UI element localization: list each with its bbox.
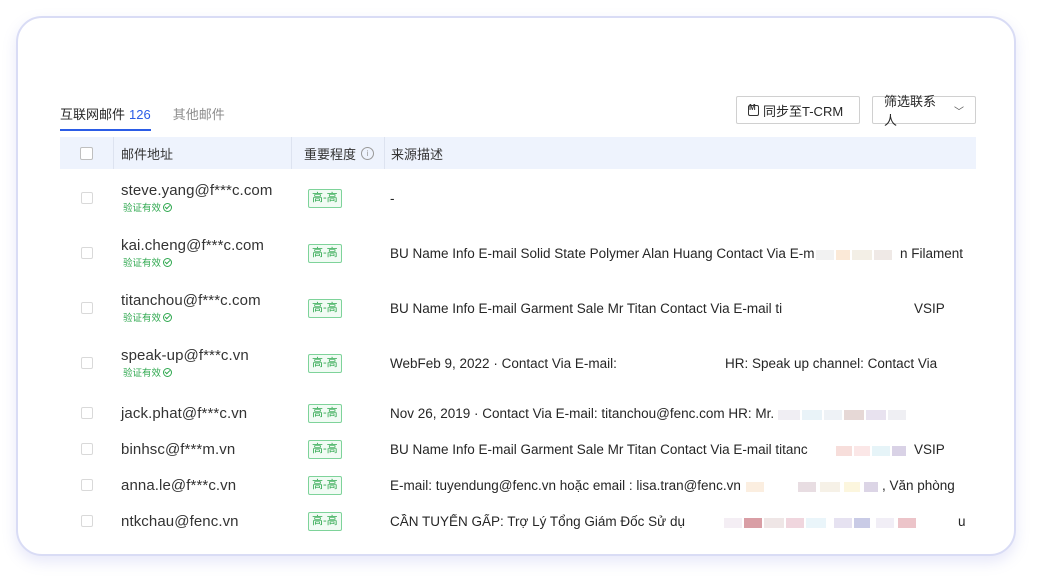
header-importance: 重要程度 i [291, 137, 384, 169]
table-row[interactable]: anna.le@f***c.vn 高-高 E-mail: tuyendung@f… [60, 467, 976, 503]
email-address: ntkchau@fenc.vn [121, 512, 239, 530]
table-row[interactable]: titanchou@f***c.com 验证有效 高-高 BU Name Inf… [60, 285, 976, 331]
email-address: jack.phat@f***c.vn [121, 404, 248, 422]
importance-badge: 高-高 [308, 404, 342, 423]
check-circle-icon [163, 312, 173, 322]
source-text: Nov 26, 2019 · Contact Via E-mail: titan… [390, 405, 775, 421]
row-checkbox[interactable] [80, 192, 93, 204]
importance-badge: 高-高 [308, 299, 342, 318]
filter-contacts-button[interactable]: 筛选联系人 ﹀ [872, 94, 976, 128]
source-text-tail: u [958, 513, 966, 529]
verified-label: 验证有效 [123, 203, 162, 214]
table-row[interactable]: kai.cheng@f***c.com 验证有效 高-高 BU Name Inf… [60, 230, 976, 276]
source-description: E-mail: tuyendung@fenc.vn hoặc email : l… [384, 477, 976, 493]
row-checkbox[interactable] [80, 443, 93, 455]
importance-badge: 高-高 [308, 440, 342, 459]
verified-status: 验证有效 [123, 365, 291, 379]
source-text: BU Name Info E-mail Solid State Polymer … [390, 245, 815, 261]
crm-icon [748, 103, 759, 116]
header-source: 来源描述 [384, 137, 976, 169]
verified-label: 验证有效 [123, 258, 162, 269]
email-tabs: 互联网邮件 126 其他邮件 [60, 104, 225, 131]
filter-contacts-label: 筛选联系人 [884, 94, 937, 128]
source-text: CẦN TUYỂN GẤP: Trợ Lý Tổng Giám Đốc Sử d… [390, 513, 685, 529]
source-text: BU Name Info E-mail Garment Sale Mr Tita… [390, 300, 783, 316]
email-address: titanchou@f***c.com [121, 292, 261, 309]
source-text-tail: n Filament [898, 245, 964, 261]
email-address: binhsc@f***m.vn [121, 440, 236, 458]
importance-badge: 高-高 [308, 512, 342, 531]
table-row[interactable]: binhsc@f***m.vn 高-高 BU Name Info E-mail … [60, 431, 976, 467]
email-address: steve.yang@f***c.com [121, 182, 273, 199]
row-checkbox[interactable] [80, 407, 93, 419]
redacted-region [836, 442, 916, 457]
table-row[interactable]: steve.yang@f***c.com 验证有效 高-高 - [60, 175, 976, 221]
source-text-tail: , Văn phòng [882, 477, 955, 493]
table-header: 邮件地址 重要程度 i 来源描述 [60, 137, 976, 169]
row-checkbox[interactable] [80, 479, 93, 491]
row-checkbox[interactable] [80, 357, 93, 369]
importance-badge: 高-高 [308, 189, 342, 208]
info-icon[interactable]: i [361, 146, 375, 160]
verified-label: 验证有效 [123, 313, 162, 324]
select-all-checkbox[interactable] [80, 146, 93, 160]
sync-tcrm-label: 同步至T-CRM [763, 103, 844, 119]
tab-internet-mail-label: 互联网邮件 [60, 107, 126, 122]
source-text: WebFeb 9, 2022 · Contact Via E-mail: [390, 355, 617, 371]
tab-other-mail-label: 其他邮件 [172, 107, 225, 122]
row-checkbox[interactable] [80, 515, 93, 527]
redacted-region [778, 406, 938, 421]
source-description: BU Name Info E-mail Garment Sale Mr Tita… [384, 442, 976, 457]
contacts-card: 互联网邮件126 其他邮件 同步至T-CRM 筛选联系人 ﹀ 邮件地址 重要程度… [16, 16, 1016, 556]
email-address: kai.cheng@f***c.com [121, 237, 265, 254]
source-description: Nov 26, 2019 · Contact Via E-mail: titan… [384, 406, 976, 421]
importance-badge: 高-高 [308, 354, 342, 373]
tab-other-mail[interactable]: 其他邮件 [173, 104, 225, 129]
source-description: CẦN TUYỂN GẤP: Trợ Lý Tổng Giám Đốc Sử d… [384, 514, 976, 529]
importance-badge: 高-高 [308, 476, 342, 495]
source-text: BU Name Info E-mail Garment Sale Mr Tita… [390, 441, 808, 457]
row-checkbox[interactable] [80, 247, 93, 259]
verified-status: 验证有效 [123, 255, 291, 269]
source-description: WebFeb 9, 2022 · Contact Via E-mail: HR:… [384, 356, 976, 371]
tab-internet-mail[interactable]: 互联网邮件 126 [60, 104, 151, 131]
table-row[interactable]: jack.phat@f***c.vn 高-高 Nov 26, 2019 · Co… [60, 395, 976, 431]
source-description: BU Name Info E-mail Garment Sale Mr Tita… [384, 301, 976, 316]
source-description: BU Name Info E-mail Solid State Polymer … [384, 245, 976, 261]
source-text: E-mail: tuyendung@fenc.vn hoặc email : l… [390, 477, 741, 493]
chevron-down-icon: ﹀ [954, 106, 964, 118]
verified-status: 验证有效 [123, 310, 291, 324]
verified-status: 验证有效 [123, 200, 291, 214]
email-address: anna.le@f***c.vn [121, 476, 237, 494]
check-circle-icon [163, 367, 173, 377]
table-row[interactable]: ntkchau@fenc.vn 高-高 CẦN TUYỂN GẤP: Trợ L… [60, 503, 976, 539]
select-all-cell [60, 137, 113, 169]
redacted-region [724, 514, 964, 529]
check-circle-icon [163, 202, 173, 212]
redacted-region [746, 478, 886, 493]
table-row[interactable]: speak-up@f***c.vn 验证有效 高-高 WebFeb 9, 202… [60, 340, 976, 386]
source-text-tail: HR: Speak up channel: Contact Via [725, 355, 938, 371]
verified-label: 验证有效 [123, 368, 162, 379]
check-circle-icon [163, 257, 173, 267]
email-address: speak-up@f***c.vn [121, 347, 249, 364]
header-email: 邮件地址 [113, 137, 291, 169]
row-checkbox[interactable] [80, 302, 93, 314]
sync-tcrm-button[interactable]: 同步至T-CRM [736, 96, 860, 124]
email-table: 邮件地址 重要程度 i 来源描述 steve.yang@f***c.com 验证… [60, 137, 976, 531]
source-text-tail: VSIP [914, 300, 945, 316]
redacted-region [816, 246, 906, 261]
importance-badge: 高-高 [308, 244, 342, 263]
tab-internet-mail-count: 126 [129, 107, 151, 122]
source-description: - [390, 190, 395, 206]
source-text-tail: VSIP [914, 441, 945, 457]
header-importance-label: 重要程度 [304, 146, 357, 162]
